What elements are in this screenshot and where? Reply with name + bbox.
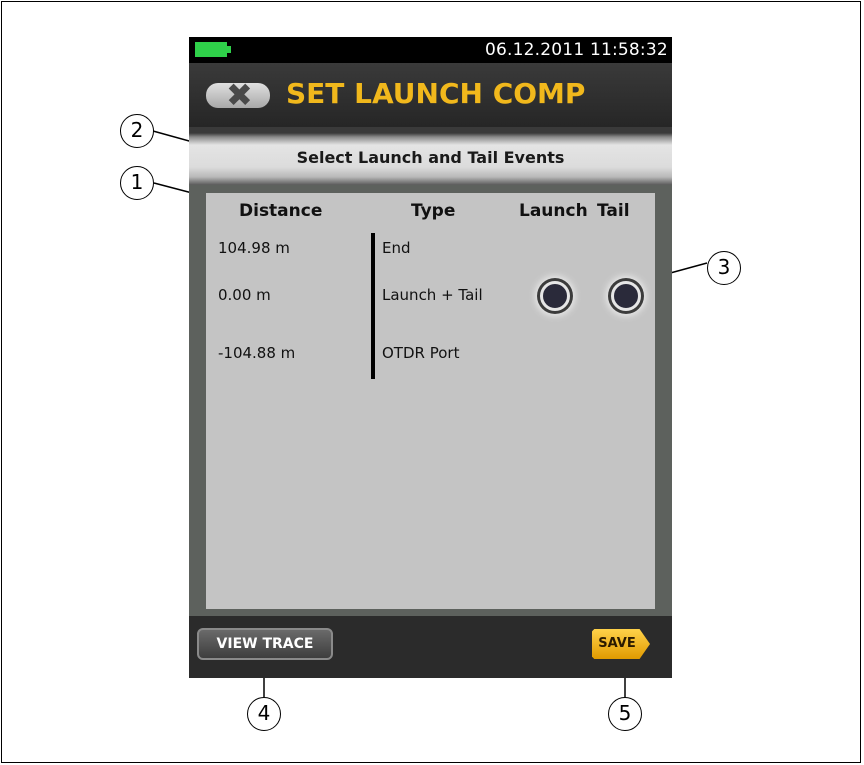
row-type: OTDR Port [382, 344, 460, 362]
callout-2: 2 [120, 114, 154, 148]
callout-5: 5 [608, 697, 642, 731]
status-bar: 06.12.2011 11:58:32 [189, 37, 672, 63]
device-screen: 06.12.2011 11:58:32 ✖ SET LAUNCH COMP Se… [189, 37, 672, 678]
page-title: SET LAUNCH COMP [286, 77, 586, 110]
launch-radio-button[interactable] [540, 281, 570, 311]
bottom-bar: VIEW TRACE SAVE [189, 616, 672, 678]
column-header-type: Type [411, 201, 456, 221]
subheader-title: Select Launch and Tail Events [296, 148, 565, 167]
callout-1: 1 [120, 166, 154, 200]
row-type: Launch + Tail [382, 286, 483, 304]
subheader-bar: Select Launch and Tail Events [189, 127, 672, 185]
row-type: End [382, 239, 411, 257]
column-header-launch: Launch [519, 201, 588, 221]
close-x-icon: ✖ [226, 76, 253, 114]
column-divider [371, 233, 375, 379]
callout-4: 4 [247, 697, 281, 731]
row-distance: -104.88 m [218, 344, 296, 362]
battery-tip [227, 46, 231, 53]
title-bar: ✖ SET LAUNCH COMP [189, 63, 672, 127]
save-label: SAVE [598, 636, 636, 651]
column-header-distance: Distance [239, 201, 323, 221]
datetime-readout: 06.12.2011 11:58:32 [485, 40, 668, 60]
save-button[interactable]: SAVE [592, 629, 650, 659]
battery-icon [195, 42, 227, 57]
row-distance: 0.00 m [218, 286, 271, 304]
callout-3: 3 [707, 251, 741, 285]
events-table: Distance Type Launch Tail 104.98 m End 0… [206, 193, 655, 609]
tail-radio-button[interactable] [611, 281, 641, 311]
back-button[interactable]: ✖ [206, 76, 270, 114]
row-distance: 104.98 m [218, 239, 290, 257]
column-header-tail: Tail [597, 201, 630, 221]
view-trace-button[interactable]: VIEW TRACE [197, 628, 333, 660]
